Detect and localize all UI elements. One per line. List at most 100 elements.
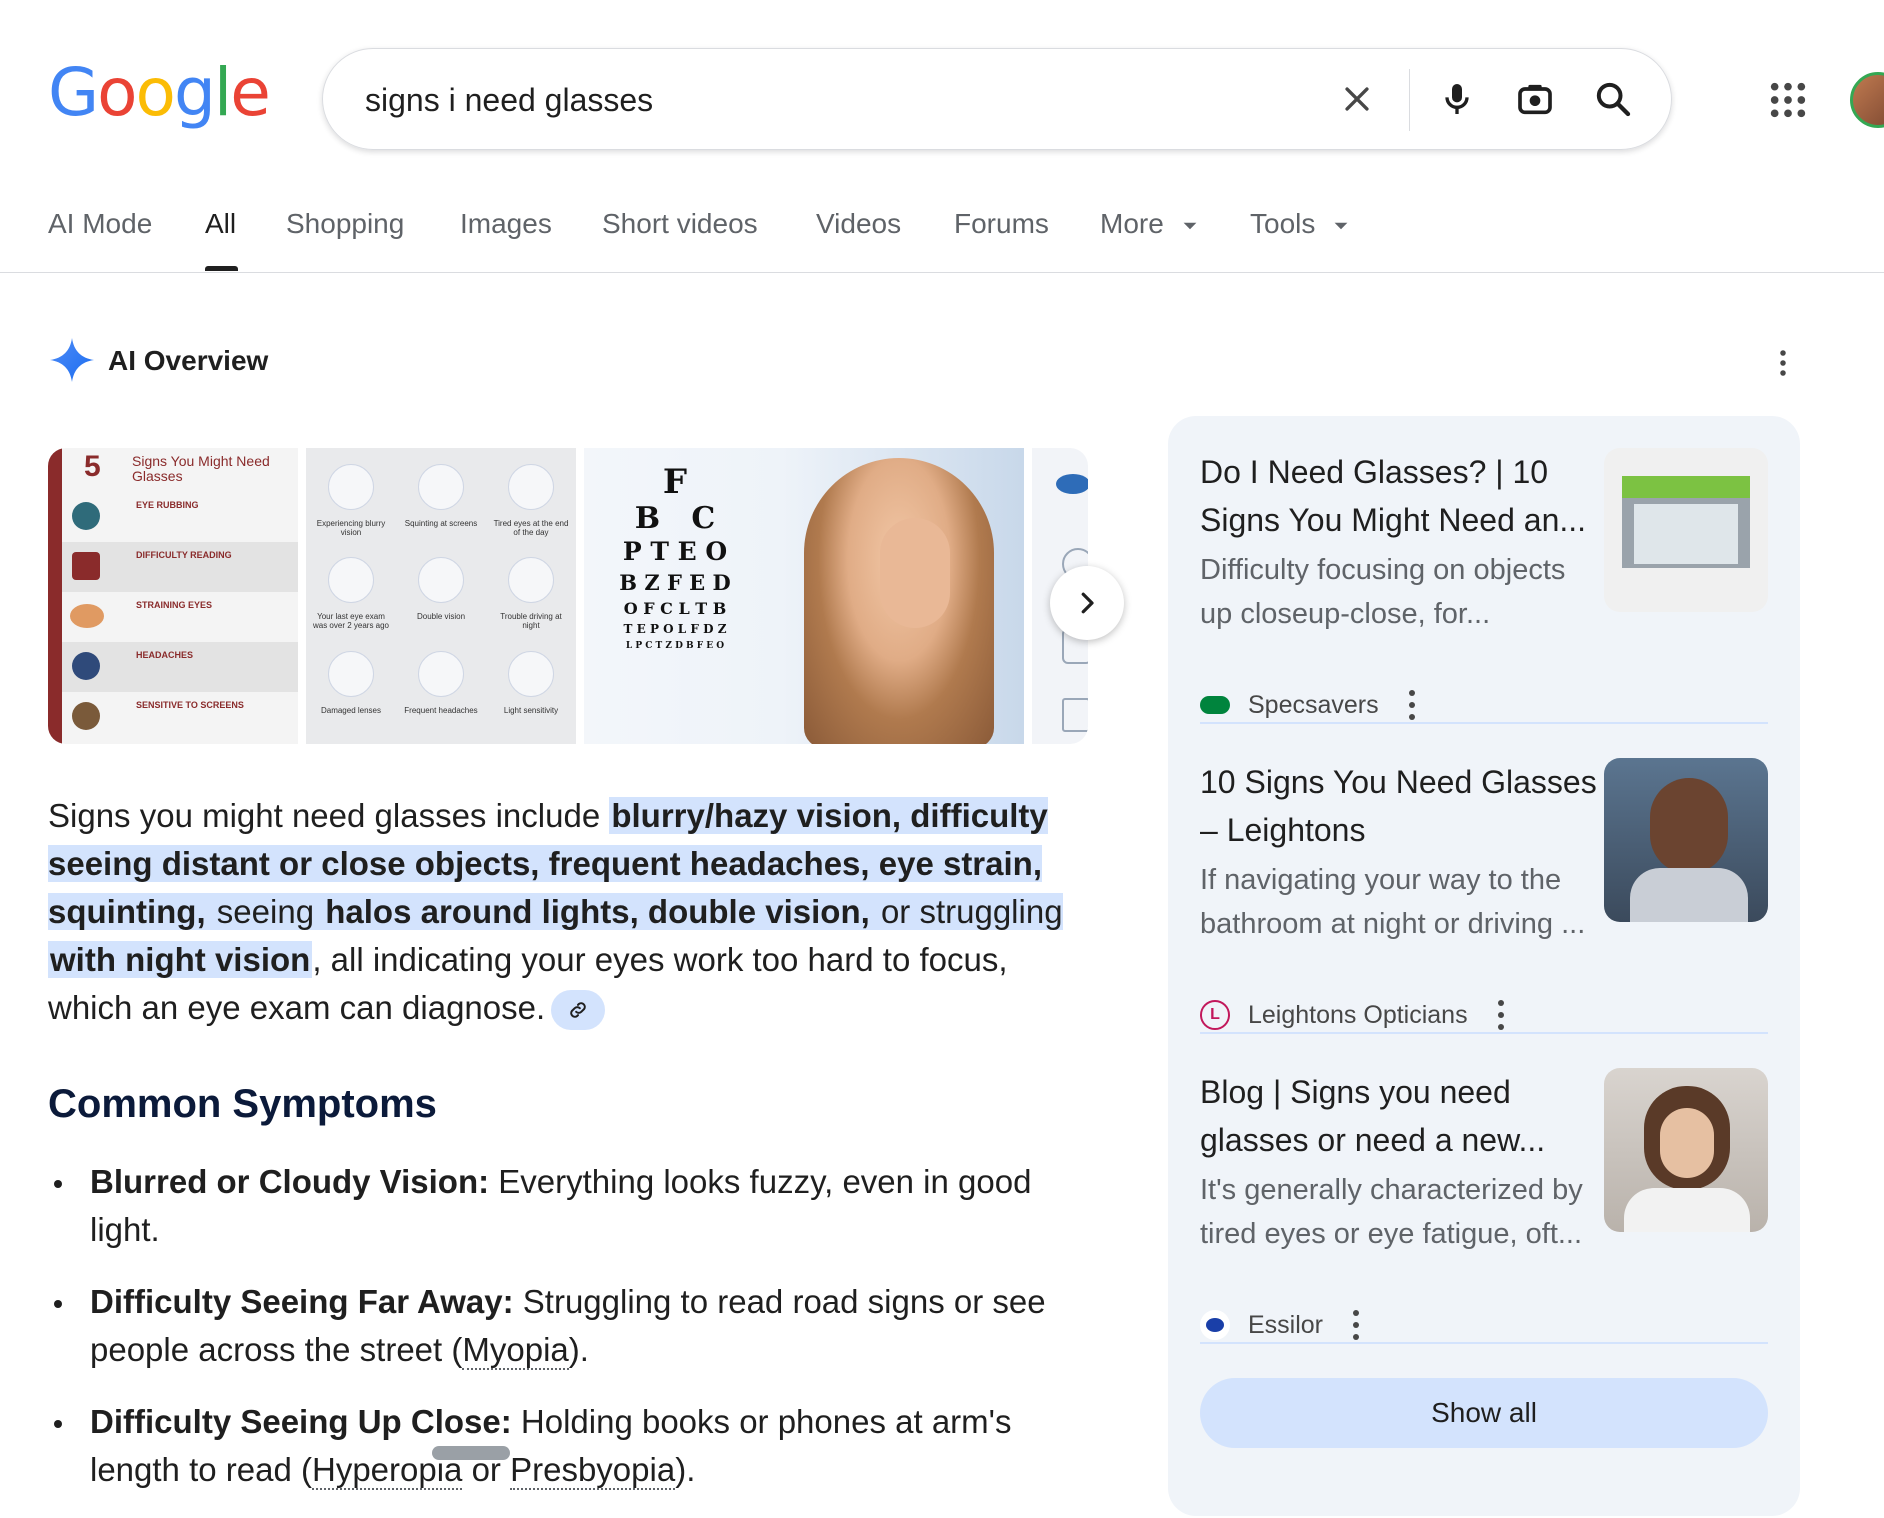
tab-more[interactable]: More [1100, 208, 1198, 240]
search-box [322, 48, 1672, 151]
eye-icon [70, 604, 104, 628]
eye-icon [1056, 474, 1088, 494]
specsavers-favicon [1200, 696, 1230, 714]
source-site-name: Essilor [1248, 1310, 1324, 1339]
tab-tools[interactable]: Tools [1250, 208, 1349, 240]
source-title[interactable]: 10 Signs You Need Glasses – Leightons [1200, 758, 1600, 854]
grid-cell-label: Light sensitivity [503, 706, 559, 716]
apps-grid-icon[interactable] [1768, 80, 1808, 120]
summary-text: or struggling [871, 893, 1063, 930]
source-link-chip[interactable] [551, 990, 606, 1031]
scroll-handle[interactable] [432, 1446, 510, 1460]
section-heading: Common Symptoms [48, 1082, 437, 1126]
store-sign [1622, 476, 1750, 498]
tab-more-label: More [1100, 208, 1164, 239]
symptom-text: ). [675, 1451, 696, 1488]
eye-icon [328, 464, 374, 510]
prescription-icon [328, 556, 374, 603]
source-card-essilor[interactable]: Blog | Signs you need glasses or need a … [1200, 1068, 1768, 1348]
caret-down-icon [1334, 222, 1348, 229]
more-options-icon[interactable] [1408, 690, 1417, 720]
tab-all[interactable]: All [205, 208, 236, 240]
grid-cell-label: Your last eye exam was over 2 years ago [312, 611, 390, 630]
infographic-row: HEADACHES [62, 642, 298, 692]
tab-images[interactable]: Images [460, 208, 552, 240]
chevron-right-icon [1081, 592, 1094, 614]
source-divider [1200, 1342, 1768, 1344]
summary-highlight: with night vision [48, 941, 313, 978]
store-window [1634, 504, 1738, 564]
google-logo[interactable]: Google [48, 54, 271, 131]
sources-panel: Do I Need Glasses? | 10 Signs You Might … [1168, 416, 1800, 1516]
term-definition-link[interactable]: Presbyopia [510, 1451, 676, 1490]
logo-letter: G [48, 54, 99, 131]
person-icon [72, 702, 100, 730]
grid-cell: Light sensitivity [486, 645, 576, 744]
term-definition-link[interactable]: Myopia [462, 1331, 569, 1370]
logo-letter: o [135, 54, 176, 131]
carousel-next-button[interactable] [1050, 566, 1124, 640]
caret-down-icon [1183, 222, 1196, 229]
carousel-image-eye-chart-child[interactable]: F B C P T E O B Z F E D O F C L T B T E … [584, 448, 1024, 744]
grid-cell: Squinting at screens [396, 448, 486, 547]
clear-icon[interactable] [1333, 75, 1381, 123]
summary-text: Signs you might need glasses include [48, 797, 610, 834]
infographic-heading: Signs You Might Need Glasses [132, 453, 270, 484]
search-icon[interactable] [1589, 75, 1637, 123]
avatar[interactable] [1850, 72, 1884, 128]
carousel-image-signs-infographic[interactable]: 5 Signs You Might Need Glasses EYE RUBBI… [48, 448, 298, 744]
grid-cell-label: Double vision [416, 611, 466, 621]
show-all-button[interactable]: Show all [1200, 1378, 1768, 1448]
source-title[interactable]: Blog | Signs you need glasses or need a … [1200, 1068, 1600, 1164]
infographic-number: 5 [84, 450, 101, 483]
carousel-image-icon-grid[interactable]: Experiencing blurry vision Squinting at … [306, 448, 576, 744]
list-item: Blurred or Cloudy Vision: Everything loo… [48, 1158, 1098, 1254]
link-icon [570, 1002, 586, 1019]
source-site: Essilor [1200, 1310, 1361, 1340]
source-card-specsavers[interactable]: Do I Need Glasses? | 10 Signs You Might … [1200, 448, 1768, 728]
woman-glasses-photo [1650, 778, 1728, 874]
source-thumbnail[interactable] [1604, 448, 1768, 612]
tab-forums[interactable]: Forums [954, 208, 1049, 240]
more-options-icon[interactable] [1353, 1310, 1361, 1340]
search-input[interactable] [363, 49, 1287, 151]
source-card-leightons[interactable]: 10 Signs You Need Glasses – Leightons If… [1200, 758, 1768, 1038]
source-thumbnail[interactable] [1604, 1068, 1768, 1232]
essilor-favicon [1200, 1310, 1230, 1340]
eye-icon [508, 651, 554, 698]
tab-ai-mode[interactable]: AI Mode [48, 208, 152, 240]
more-options-icon[interactable] [1768, 348, 1798, 378]
grid-cell-label: Trouble driving at night [500, 611, 562, 630]
active-tab-indicator [205, 266, 238, 271]
image-carousel: 5 Signs You Might Need Glasses EYE RUBBI… [48, 448, 1088, 744]
symptom-text: ). [568, 1331, 589, 1368]
eye-chart-line: B C [634, 501, 716, 536]
source-thumbnail[interactable] [1604, 758, 1768, 922]
source-site: L Leightons Opticians [1200, 1000, 1506, 1030]
microphone-icon[interactable] [1433, 75, 1481, 123]
tab-videos[interactable]: Videos [816, 208, 901, 240]
tab-short-videos[interactable]: Short videos [602, 208, 758, 240]
eye-chart-line: P T E O [622, 537, 728, 566]
grid-cell-label: Damaged lenses [320, 706, 382, 716]
grid-cell: Double vision [396, 547, 486, 646]
infographic-row: STRAINING EYES [62, 592, 298, 642]
source-snippet: If navigating your way to the bathroom a… [1200, 864, 1586, 940]
summary-highlight: halos around lights, double vision, [323, 893, 872, 930]
summary-text: seeing [207, 893, 324, 930]
tab-shopping[interactable]: Shopping [286, 208, 404, 240]
more-options-icon[interactable] [1497, 1000, 1506, 1030]
camera-lens-icon[interactable] [1511, 75, 1559, 123]
grid-cell: Frequent headaches [396, 645, 486, 744]
shirt [1630, 868, 1748, 922]
source-title[interactable]: Do I Need Glasses? | 10 Signs You Might … [1200, 448, 1600, 544]
grid-cell-label: Frequent headaches [404, 706, 478, 716]
grid-cell-label: Experiencing blurry vision [316, 519, 386, 537]
source-site-name: Specsavers [1248, 690, 1379, 719]
symptom-list: Blurred or Cloudy Vision: Everything loo… [48, 1158, 1098, 1518]
source-site-name: Leightons Opticians [1248, 1000, 1468, 1029]
eye-chart-line: T E P O L F D Z [623, 622, 727, 636]
infographic-side-bar [48, 448, 62, 744]
grid-cell: Damaged lenses [306, 645, 396, 744]
infographic-row: DIFFICULTY READING [62, 542, 298, 592]
